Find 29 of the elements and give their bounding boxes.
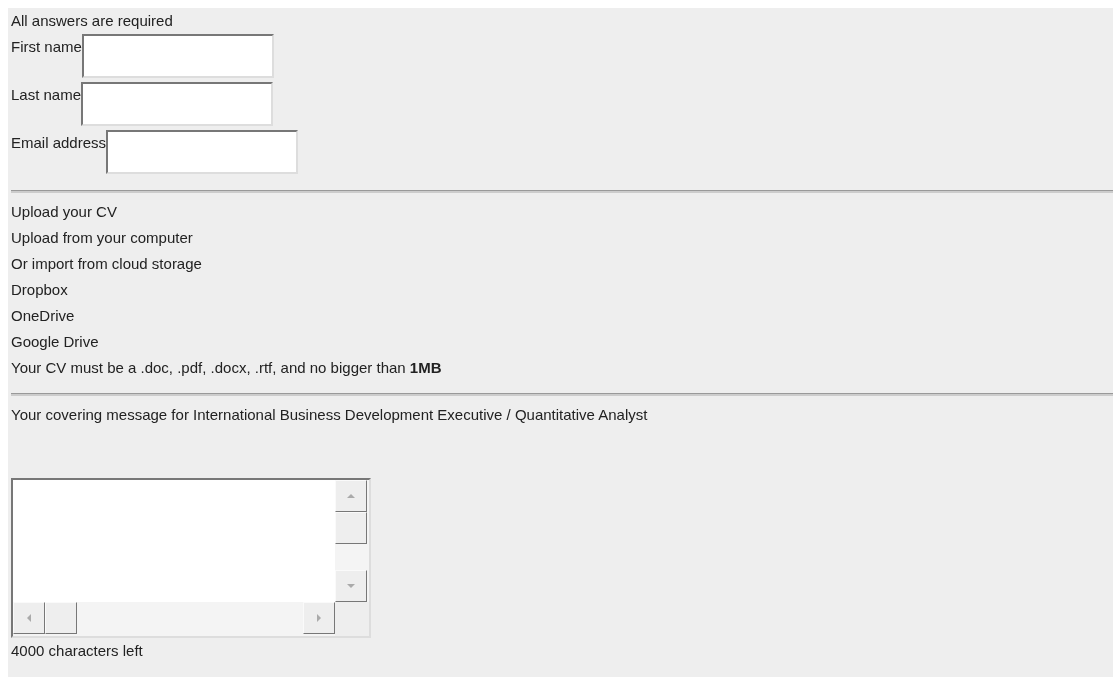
scroll-thumb[interactable] xyxy=(45,602,77,634)
scroll-thumb[interactable] xyxy=(335,512,367,544)
field-label: Last name xyxy=(11,85,82,105)
upload-option: Dropbox xyxy=(11,277,1113,303)
upload-option: Or import from cloud storage xyxy=(11,251,1113,277)
scrollbar-corner xyxy=(335,602,369,636)
upload-option: Google Drive xyxy=(11,329,1113,355)
scroll-up-button[interactable] xyxy=(335,480,367,512)
file-requirement: Your CV must be a .doc, .pdf, .docx, .rtf, and no bigger than 1MB xyxy=(11,358,443,378)
upload-option: Upload from your computer xyxy=(11,225,1113,251)
message-label: Your covering message for International Business Development Executive / Quantitative Analyst xyxy=(11,405,649,425)
field-label: First name xyxy=(11,37,82,57)
up-arrow-icon xyxy=(346,491,356,501)
scroll-right-button[interactable] xyxy=(303,602,335,634)
field-label: Email address xyxy=(11,133,107,153)
down-arrow-icon xyxy=(346,581,356,591)
upload-option: Upload your CV xyxy=(11,199,1113,225)
message-field[interactable] xyxy=(11,478,371,638)
right-arrow-icon xyxy=(314,613,324,623)
text-field[interactable] xyxy=(81,34,274,78)
scroll-left-button[interactable] xyxy=(13,602,45,634)
characters-left: 4000 characters left xyxy=(11,641,144,661)
horizontal-scrollbar[interactable] xyxy=(13,602,335,636)
vertical-scrollbar[interactable] xyxy=(335,480,369,602)
scroll-down-button[interactable] xyxy=(335,570,367,602)
text-field[interactable] xyxy=(106,130,299,174)
required-notice: All answers are required xyxy=(11,11,174,31)
upload-option: OneDrive xyxy=(11,303,1113,329)
text-field[interactable] xyxy=(81,82,274,126)
